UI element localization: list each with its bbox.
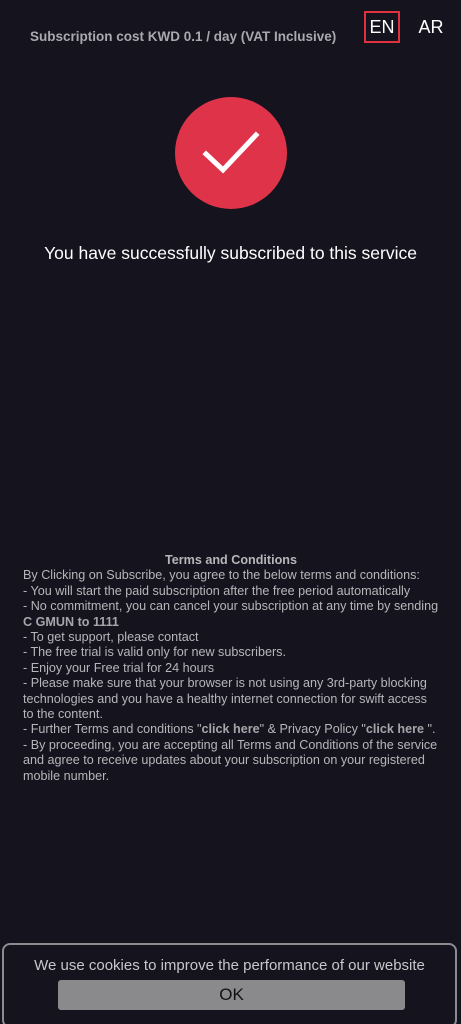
terms-link[interactable]: click here	[202, 722, 260, 736]
terms-item: - To get support, please contact	[23, 630, 199, 645]
subscription-success-page: Subscription cost KWD 0.1 / day (VAT Inc…	[0, 0, 461, 1024]
terms-item: - Further Terms and conditions "click he…	[23, 722, 439, 737]
unsubscribe-code: C GMUN to 1111	[23, 614, 119, 629]
terms-item: - Enjoy your Free trial for 24 hours	[23, 660, 215, 675]
terms-item: - Please make sure that your browser is …	[23, 676, 427, 722]
terms-title: Terms and Conditions	[164, 553, 297, 567]
success-message: You have successfully subscribed to this…	[44, 243, 417, 263]
cookie-message: We use cookies to improve the performanc…	[34, 957, 425, 974]
terms-item-text: - No commitment, you can cancel your sub…	[23, 599, 439, 614]
subscription-cost-text: Subscription cost KWD 0.1 / day (VAT Inc…	[30, 29, 337, 44]
terms-item: - You will start the paid subscription a…	[23, 583, 411, 598]
terms-item-text: " & Privacy Policy "	[259, 722, 366, 737]
terms-item: - No commitment, you can cancel your sub…	[23, 599, 439, 630]
success-checkmark-icon	[175, 97, 287, 209]
cookie-banner: We use cookies to improve the performanc…	[2, 943, 457, 1024]
language-en-button[interactable]: EN	[364, 11, 400, 43]
cookie-ok-button[interactable]: OK	[58, 980, 405, 1010]
terms-item: - The free trial is valid only for new s…	[23, 645, 286, 660]
terms-item-text: ".	[424, 722, 436, 737]
language-ar-button[interactable]: AR	[414, 11, 448, 43]
terms-item-text: - Further Terms and conditions "	[23, 722, 202, 737]
terms-intro: By Clicking on Subscribe, you agree to t…	[23, 568, 420, 583]
terms-and-conditions: Terms and Conditions By Clicking on Subs…	[23, 553, 439, 784]
terms-item: - By proceeding, you are accepting all T…	[23, 737, 438, 783]
privacy-policy-link[interactable]: click here	[366, 722, 424, 736]
checkmark-icon	[202, 131, 260, 174]
